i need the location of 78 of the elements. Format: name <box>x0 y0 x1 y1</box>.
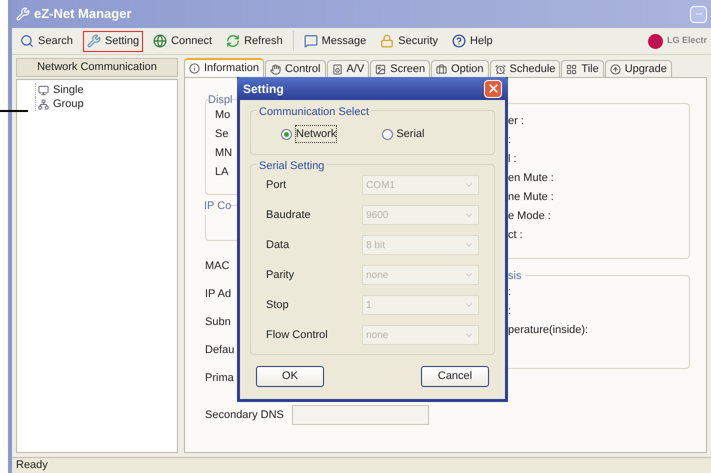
tree-item[interactable]: Single <box>35 83 177 97</box>
toolbar-button[interactable]: Message <box>300 30 370 52</box>
info-icon <box>189 63 200 74</box>
briefcase-icon <box>436 64 448 74</box>
field-label: : <box>508 304 512 318</box>
refresh-icon <box>226 34 240 48</box>
dialog-button[interactable]: Cancel <box>421 366 489 387</box>
minimize-button[interactable] <box>690 6 707 22</box>
field-label: Mo <box>215 108 232 122</box>
group-title: IP Co <box>204 198 232 214</box>
field-label: Parity <box>266 268 296 283</box>
field-label: IP Ad <box>205 287 232 301</box>
group-title: Serial Setting <box>257 158 326 174</box>
tree-item[interactable]: Group <box>35 97 177 111</box>
alarm-clock-icon <box>494 64 506 74</box>
field-label: Se <box>215 127 230 141</box>
field-label: l : <box>508 152 518 166</box>
toolbar-button[interactable]: Help <box>448 30 497 52</box>
close-icon <box>486 82 500 95</box>
lock-icon <box>380 34 394 48</box>
field-label: Data <box>266 238 290 253</box>
image-icon <box>375 64 386 74</box>
field-label: Flow Control <box>266 328 329 343</box>
toolbar-button[interactable]: Security <box>376 30 442 52</box>
message-icon <box>304 34 318 48</box>
tab[interactable]: Screen <box>370 60 430 77</box>
brand-name: LG Electr <box>666 34 707 48</box>
field-label: : <box>508 133 512 147</box>
field-label: LA <box>215 165 230 179</box>
field-label: er : <box>508 114 525 128</box>
close-button[interactable] <box>484 80 502 98</box>
field-label: en Mute : <box>508 171 555 185</box>
field-label: Baudrate <box>266 208 312 223</box>
tab[interactable]: Tile <box>561 60 604 77</box>
tab[interactable]: Information <box>184 58 264 77</box>
tab[interactable]: Upgrade <box>604 60 672 77</box>
toolbar-button[interactable]: Search <box>16 30 77 52</box>
leader-line <box>0 110 28 112</box>
field-label: ct : <box>508 228 524 242</box>
field-label: MN <box>215 146 234 160</box>
field-label: Prima <box>205 371 235 385</box>
globe-icon <box>153 34 168 48</box>
toolbar-button[interactable]: Refresh <box>222 30 287 52</box>
search-icon <box>20 34 34 48</box>
group-title: Displ <box>208 92 232 108</box>
ip-address-field[interactable] <box>292 405 429 425</box>
tab[interactable]: Option <box>431 60 489 77</box>
hand-icon <box>270 64 282 74</box>
upgrade-icon <box>610 64 621 74</box>
field-label: Stop <box>266 298 290 313</box>
window-title: eZ-Net Manager <box>34 5 132 24</box>
wrench-icon <box>86 34 101 48</box>
monitor-icon <box>38 84 49 96</box>
status-text: Ready <box>16 458 48 473</box>
field-label: e Mode : <box>508 209 552 223</box>
app-icon <box>16 7 30 21</box>
radio-button[interactable]: Serial <box>382 126 424 142</box>
logo-icon <box>648 34 663 48</box>
tab[interactable]: A/V <box>326 60 370 77</box>
dialog-title: Setting <box>243 80 284 98</box>
grid-icon <box>566 64 578 74</box>
field-label: MAC <box>205 259 230 273</box>
field-label: : <box>508 285 512 299</box>
panel-header: Network Communication <box>16 58 178 77</box>
network-icon <box>38 98 49 110</box>
tab[interactable]: Control <box>265 60 326 77</box>
toolbar-button[interactable]: Setting <box>82 30 144 52</box>
speaker-icon <box>332 64 342 74</box>
field-label: Secondary DNS <box>205 408 284 423</box>
tab[interactable]: Schedule <box>490 60 560 77</box>
field-label: perature(inside): <box>508 323 590 337</box>
help-icon <box>452 34 466 48</box>
field-label: Defau <box>205 343 236 357</box>
dialog-button[interactable]: OK <box>256 366 324 387</box>
field-label: ne Mute : <box>508 190 555 204</box>
field-label: Subn <box>205 315 232 329</box>
toolbar-button[interactable]: Connect <box>149 30 216 52</box>
field-label: Port <box>266 178 288 193</box>
